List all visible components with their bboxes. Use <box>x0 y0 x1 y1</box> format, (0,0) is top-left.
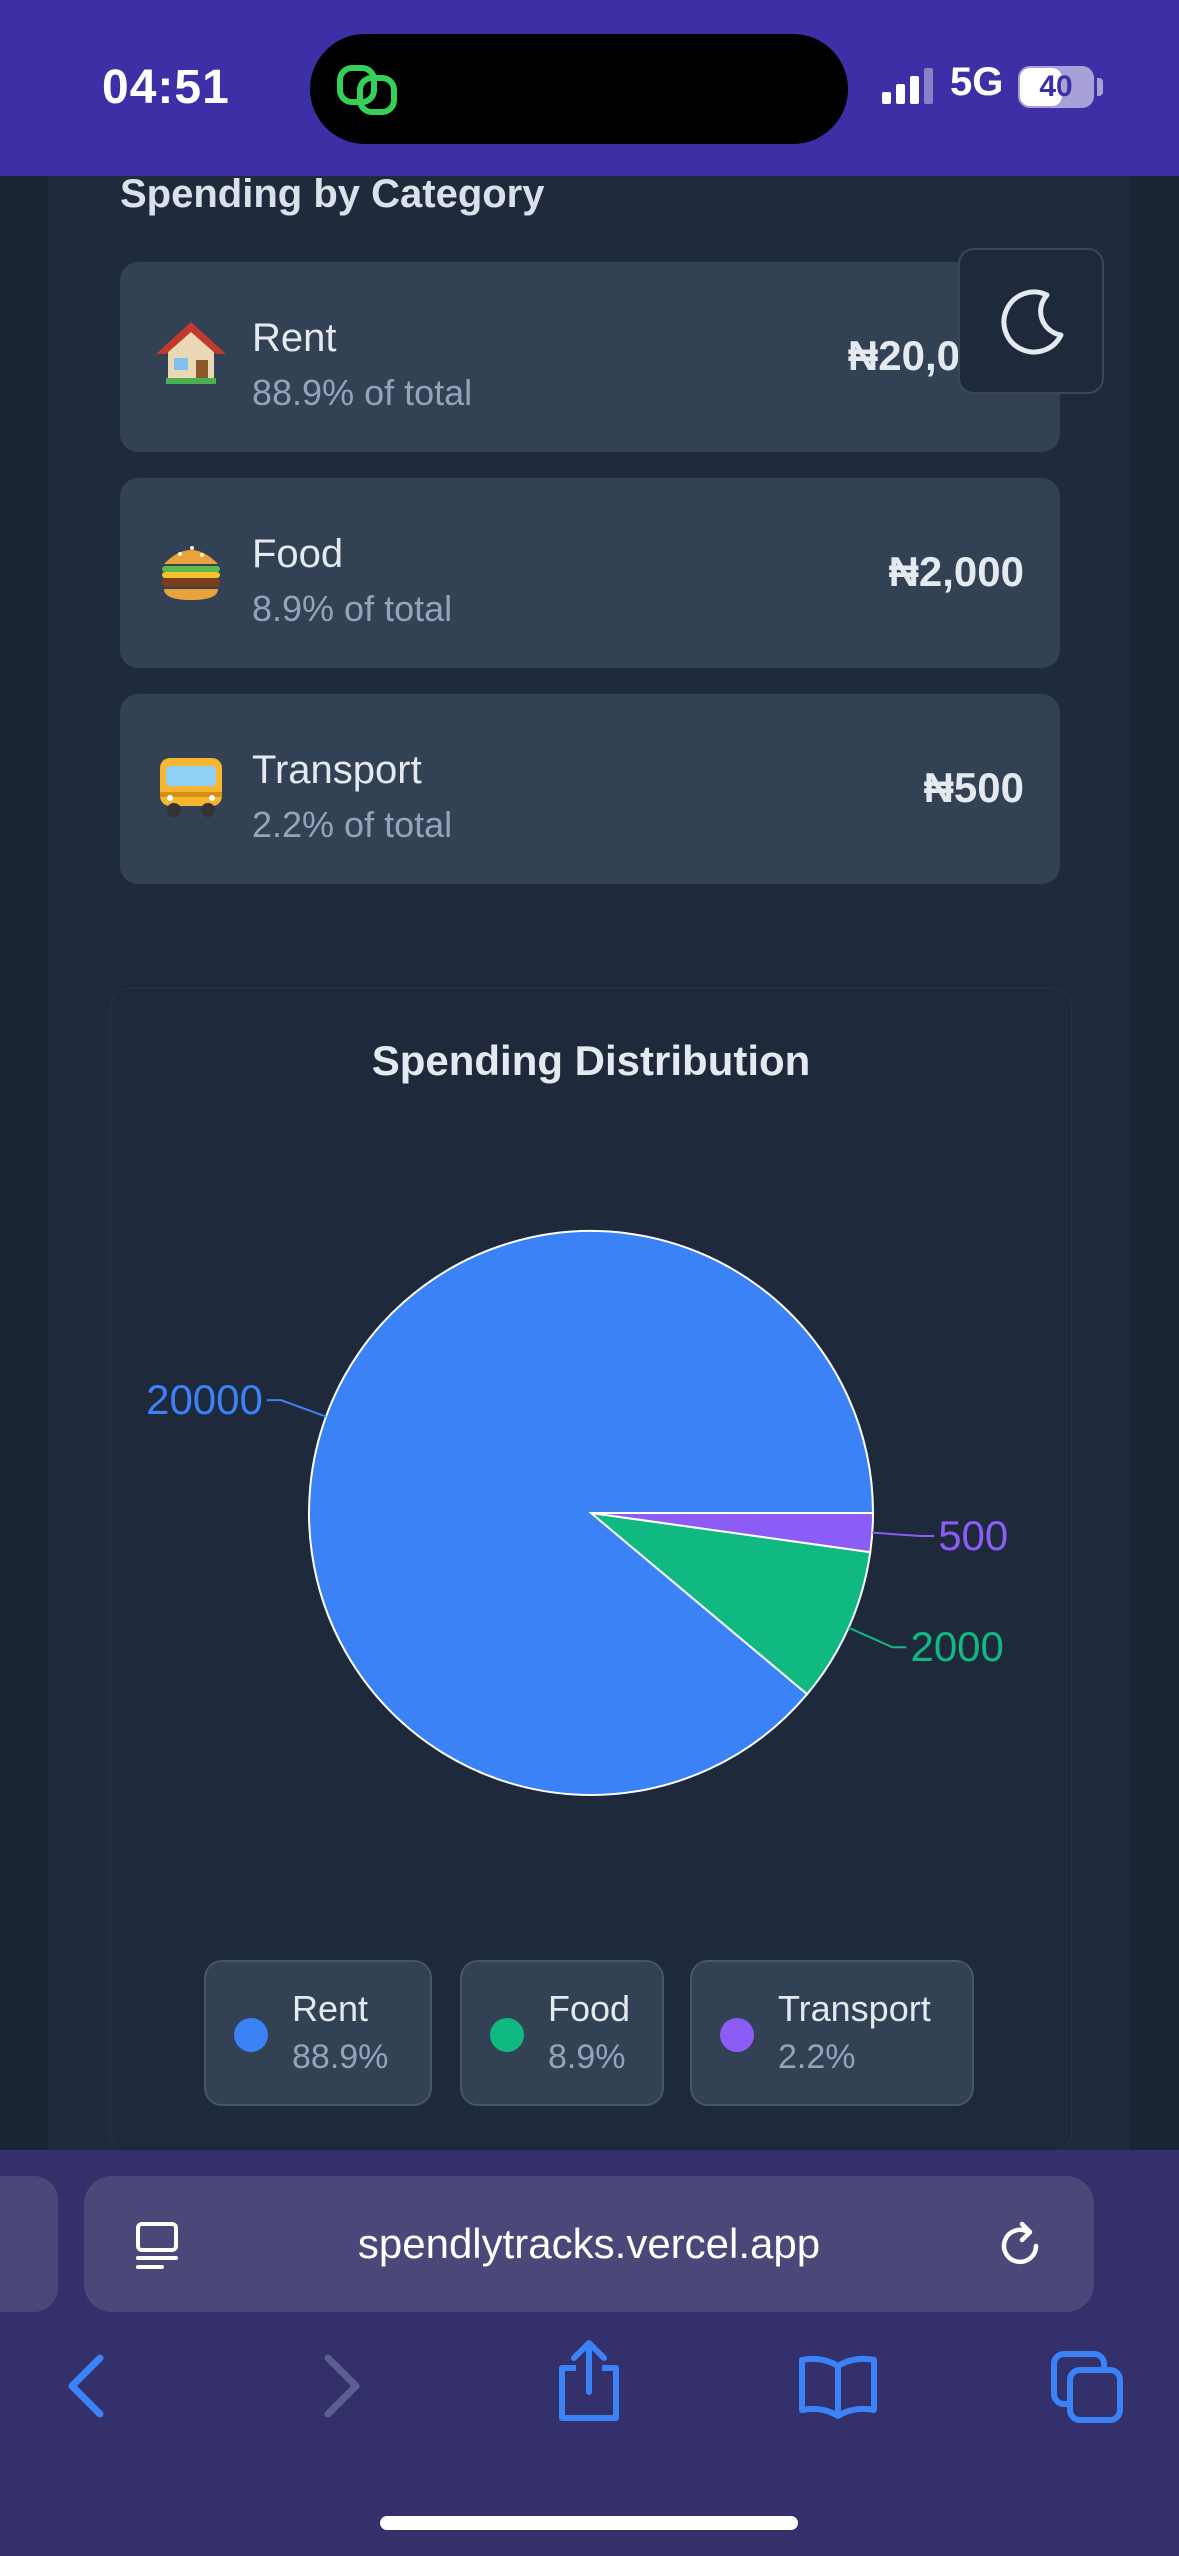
url-text: spendlytracks.vercel.app <box>357 2220 821 2267</box>
bus-emoji-icon <box>160 758 222 817</box>
category-name: Food <box>252 532 344 576</box>
category-amount: ₦500 <box>923 764 1024 811</box>
category-card-food[interactable]: Food 8.9% of total ₦2,000 <box>120 478 1060 668</box>
battery-icon: 40 <box>1018 66 1094 108</box>
address-bar[interactable]: spendlytracks.vercel.app <box>84 2176 1094 2312</box>
home-indicator <box>380 2516 798 2530</box>
leader-line-transport <box>872 1531 935 1538</box>
category-amount: ₦20,0 <box>847 332 960 379</box>
section-title: Spending by Category <box>120 172 545 216</box>
tabs-icon[interactable] <box>1050 2350 1124 2424</box>
data-label-rent: 20000 <box>146 1376 263 1423</box>
legend-item-rent[interactable]: Rent 88.9% <box>204 1960 432 2106</box>
leader-line-food <box>848 1626 907 1649</box>
bookmarks-icon[interactable] <box>798 2354 878 2420</box>
leader-line-rent <box>266 1399 327 1418</box>
data-label-food: 2000 <box>910 1623 1003 1670</box>
browser-toolbar: spendlytracks.vercel.app <box>0 2150 1179 2556</box>
category-amount: ₦2,000 <box>888 548 1024 595</box>
legend-name: Transport <box>778 1988 931 2029</box>
legend-swatch <box>490 2018 524 2052</box>
category-name: Transport <box>252 748 422 792</box>
legend-swatch <box>720 2018 754 2052</box>
legend-percentage: 8.9% <box>548 2038 626 2076</box>
dynamic-island <box>310 34 848 144</box>
status-time: 04:51 <box>102 61 230 114</box>
link-app-icon <box>337 65 397 115</box>
back-icon[interactable] <box>62 2346 110 2426</box>
category-card-rent[interactable]: Rent 88.9% of total ₦20,0 <box>120 262 1060 452</box>
category-name: Rent <box>252 316 337 360</box>
legend-swatch <box>234 2018 268 2052</box>
legend-percentage: 2.2% <box>778 2038 856 2076</box>
forward-icon[interactable] <box>318 2346 366 2426</box>
previous-tab-preview[interactable] <box>0 2176 58 2312</box>
legend-name: Rent <box>292 1988 369 2029</box>
data-label-transport: 500 <box>938 1512 1008 1559</box>
legend-name: Food <box>548 1988 631 2029</box>
signal-icon <box>882 68 933 104</box>
category-card-transport[interactable]: Transport 2.2% of total ₦500 <box>120 694 1060 884</box>
house-emoji-icon <box>156 322 226 384</box>
network-type: 5G <box>950 60 1004 104</box>
pie-slice-rent[interactable] <box>308 1230 875 1796</box>
legend-item-food[interactable]: Food 8.9% <box>460 1960 664 2106</box>
reload-icon[interactable] <box>996 2220 1048 2272</box>
battery-level: 40 <box>1039 70 1073 103</box>
burger-emoji-icon <box>162 546 220 600</box>
moon-icon <box>1001 289 1064 355</box>
legend-percentage: 88.9% <box>292 2038 389 2076</box>
legend-item-transport[interactable]: Transport 2.2% <box>690 1960 974 2106</box>
status-bar: 04:51 5G 40 <box>0 0 1179 176</box>
share-icon[interactable] <box>554 2338 624 2424</box>
category-percentage: 2.2% of total <box>252 804 453 845</box>
theme-toggle-button[interactable] <box>958 248 1104 394</box>
category-percentage: 88.9% of total <box>252 372 473 413</box>
category-percentage: 8.9% of total <box>252 588 453 629</box>
